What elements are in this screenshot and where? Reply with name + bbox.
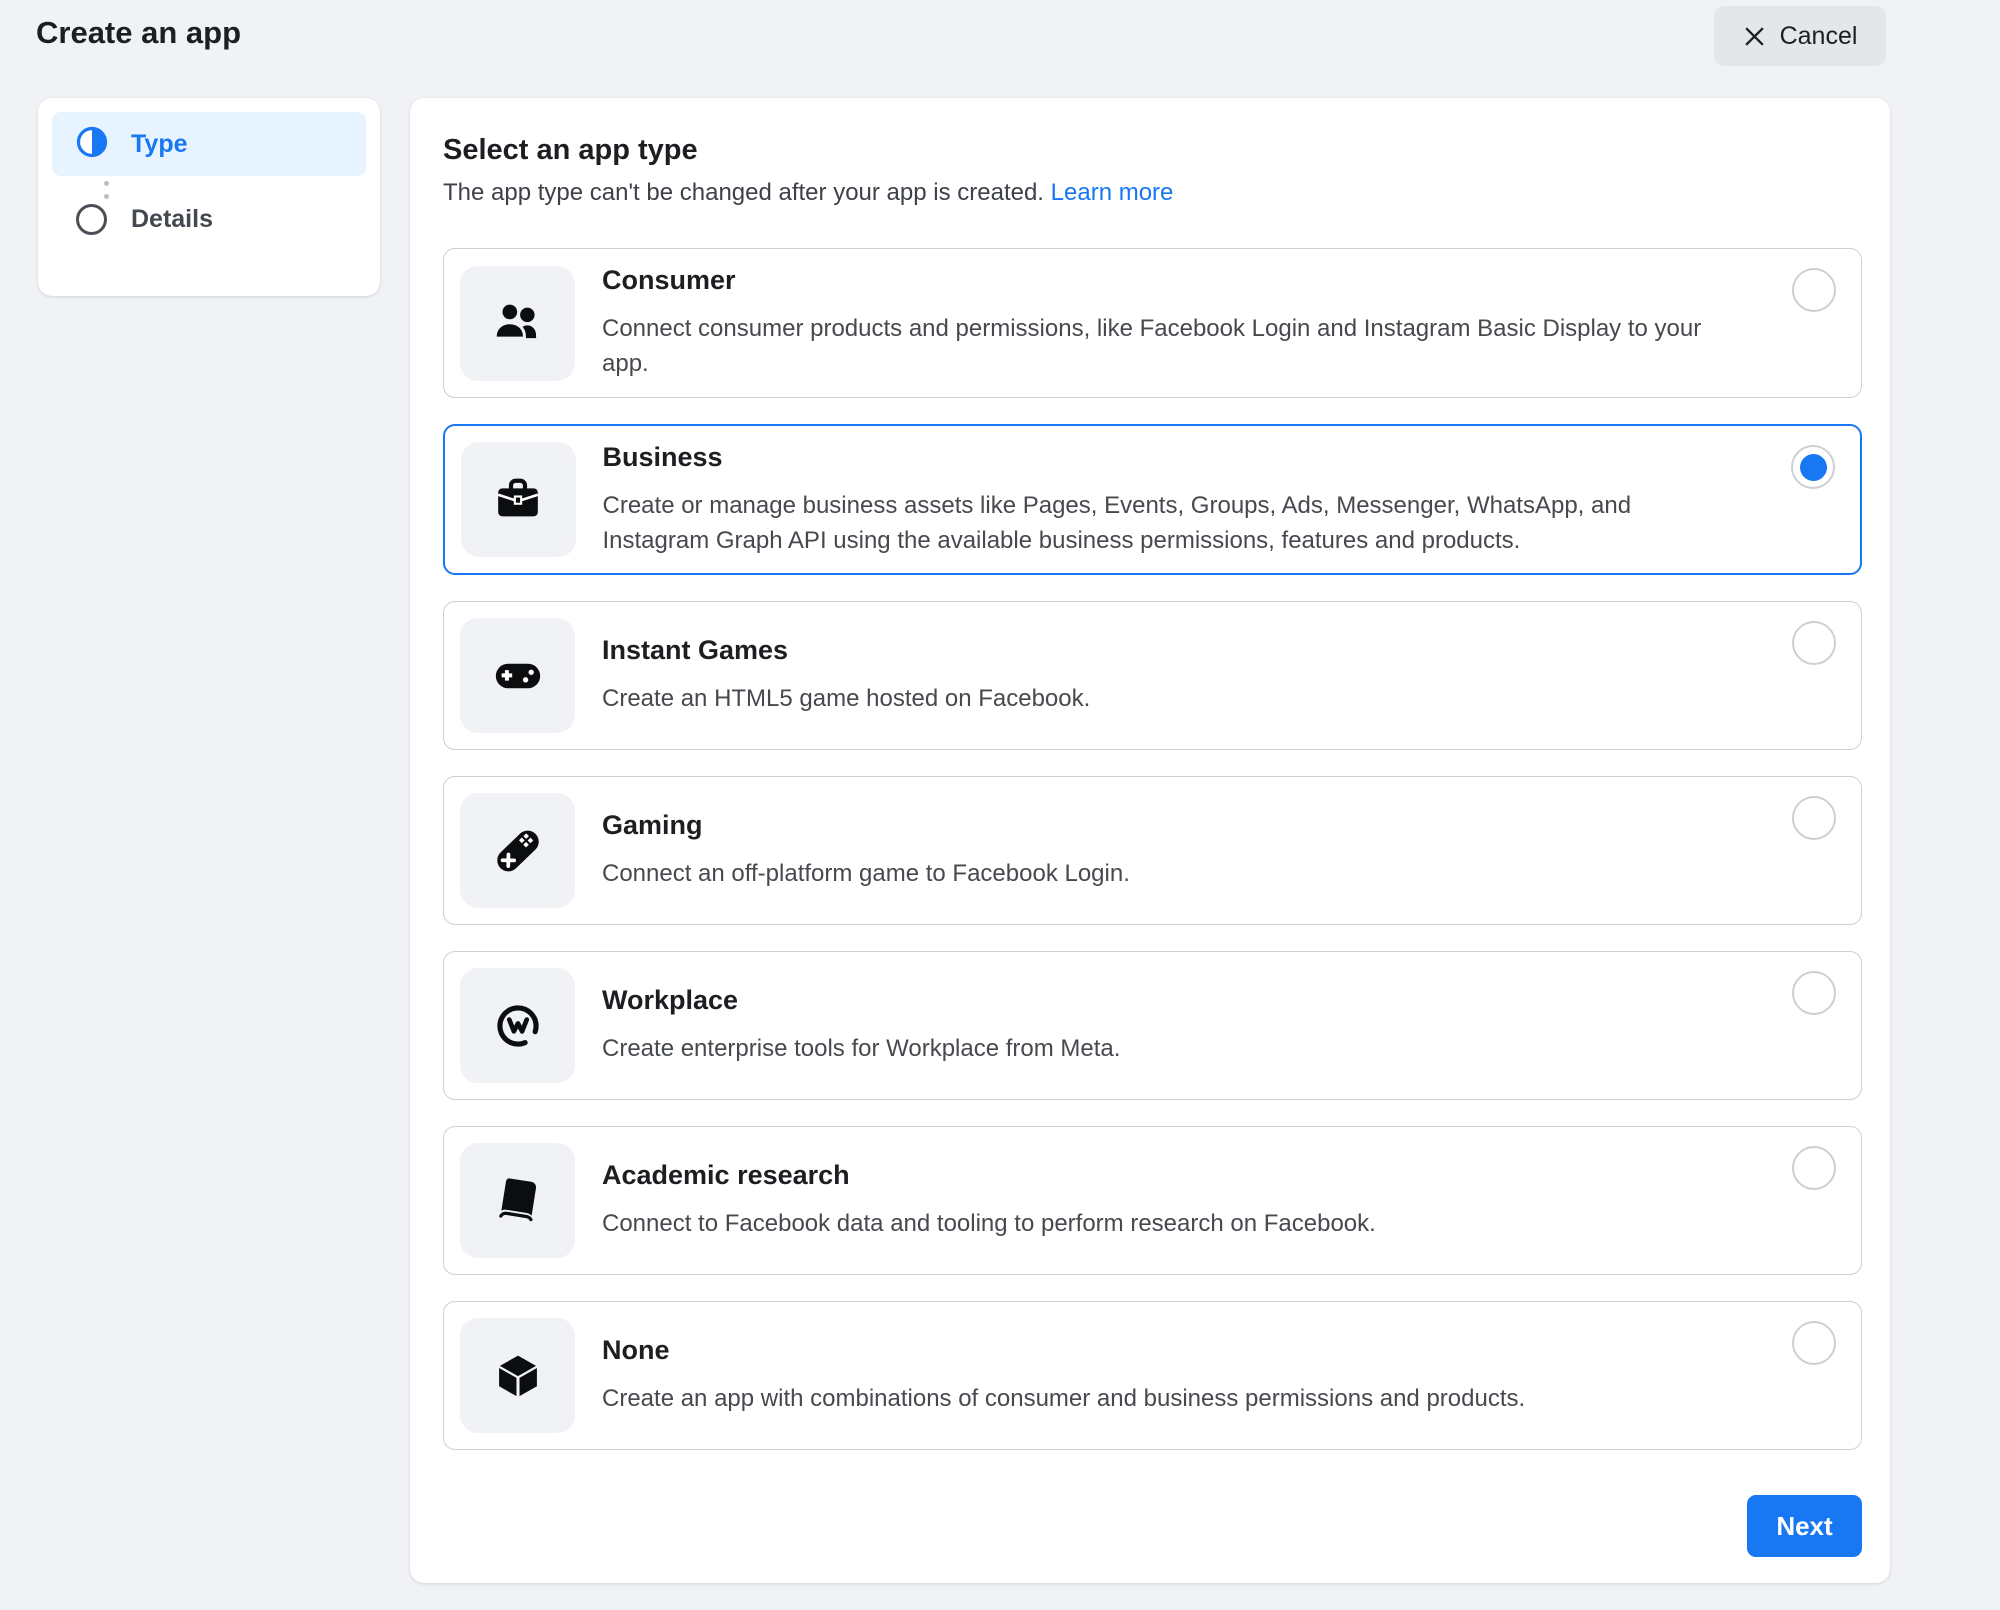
stepper-item-label: Type — [131, 130, 188, 159]
briefcase-icon — [461, 442, 576, 557]
option-academic-research[interactable]: Academic research Connect to Facebook da… — [443, 1126, 1862, 1275]
stepper-item-type[interactable]: Type — [52, 112, 366, 176]
cube-icon — [460, 1318, 575, 1433]
option-title: Business — [603, 442, 1741, 473]
half-circle-step-icon — [75, 125, 109, 164]
radio-consumer[interactable] — [1792, 268, 1836, 312]
empty-circle-step-icon — [76, 204, 107, 235]
gamepad-icon — [460, 793, 575, 908]
stepper-card: Type Details — [38, 98, 380, 296]
panel-heading: Select an app type — [443, 134, 1862, 167]
option-consumer[interactable]: Consumer Connect consumer products and p… — [443, 248, 1862, 398]
option-description: Connect consumer products and permission… — [602, 311, 1741, 381]
stepper-item-label: Details — [131, 205, 213, 234]
stepper-connector-dots — [52, 176, 366, 204]
option-title: Gaming — [602, 810, 1130, 841]
option-title: Workplace — [602, 985, 1120, 1016]
app-type-panel: Select an app type The app type can't be… — [410, 98, 1890, 1583]
radio-workplace[interactable] — [1792, 971, 1836, 1015]
book-icon — [460, 1143, 575, 1258]
stepper-item-details[interactable]: Details — [52, 204, 366, 235]
option-title: Instant Games — [602, 635, 1090, 666]
learn-more-link[interactable]: Learn more — [1051, 179, 1174, 206]
option-description: Connect an off-platform game to Facebook… — [602, 856, 1130, 891]
option-gaming[interactable]: Gaming Connect an off-platform game to F… — [443, 776, 1862, 925]
radio-business[interactable] — [1791, 445, 1835, 489]
option-description: Create or manage business assets like Pa… — [603, 488, 1741, 558]
option-description: Create an app with combinations of consu… — [602, 1381, 1525, 1416]
radio-instant-games[interactable] — [1792, 621, 1836, 665]
close-icon — [1743, 25, 1766, 48]
option-description: Connect to Facebook data and tooling to … — [602, 1206, 1376, 1241]
panel-subtitle: The app type can't be changed after your… — [443, 179, 1862, 207]
radio-none[interactable] — [1792, 1321, 1836, 1365]
option-title: Academic research — [602, 1160, 1376, 1191]
people-icon — [460, 266, 575, 381]
page-title: Create an app — [36, 15, 241, 51]
cancel-button[interactable]: Cancel — [1714, 6, 1886, 66]
option-business[interactable]: Business Create or manage business asset… — [443, 424, 1862, 575]
app-type-options: Consumer Connect consumer products and p… — [443, 248, 1862, 1450]
option-none[interactable]: None Create an app with combinations of … — [443, 1301, 1862, 1450]
option-instant-games[interactable]: Instant Games Create an HTML5 game hoste… — [443, 601, 1862, 750]
radio-gaming[interactable] — [1792, 796, 1836, 840]
instant-games-gamepad-icon — [460, 618, 575, 733]
radio-academic-research[interactable] — [1792, 1146, 1836, 1190]
option-description: Create enterprise tools for Workplace fr… — [602, 1031, 1120, 1066]
cancel-button-label: Cancel — [1780, 22, 1858, 51]
option-title: None — [602, 1335, 1525, 1366]
workplace-logo-icon — [460, 968, 575, 1083]
option-workplace[interactable]: Workplace Create enterprise tools for Wo… — [443, 951, 1862, 1100]
next-button[interactable]: Next — [1747, 1495, 1862, 1557]
option-description: Create an HTML5 game hosted on Facebook. — [602, 681, 1090, 716]
option-title: Consumer — [602, 265, 1741, 296]
